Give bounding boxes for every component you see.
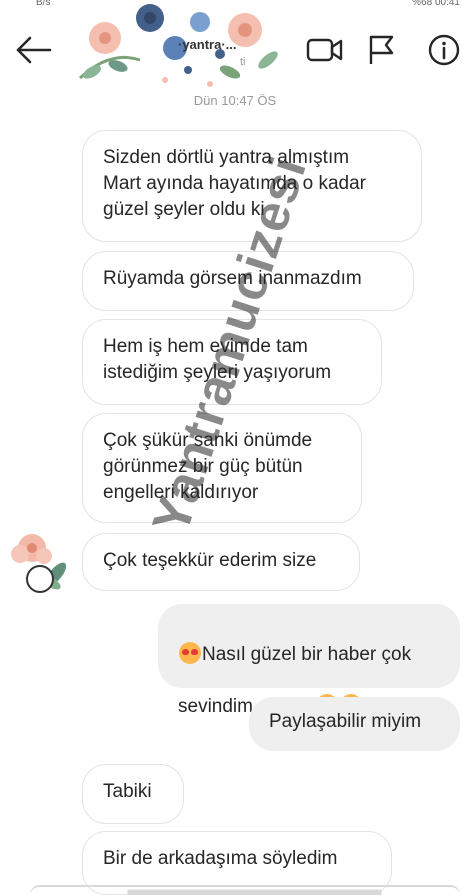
contact-status: ti [240, 56, 246, 68]
message-timestamp: Dün 10:47 ÖS [193, 93, 277, 108]
sender-avatar[interactable] [4, 516, 72, 596]
incoming-message[interactable]: Rüyamda görsem inanmazdım [82, 251, 414, 311]
video-camera-icon[interactable] [306, 36, 344, 64]
incoming-message[interactable]: Çok teşekkür ederim size [82, 533, 360, 591]
network-speed: B/s [36, 0, 51, 8]
contact-name[interactable]: ·yantra·... [178, 37, 237, 52]
chat-header: ·yantra·... ti [0, 4, 470, 88]
incoming-message[interactable]: Çok şükür sanki önümde görünmez bir güç … [82, 413, 362, 523]
flag-icon[interactable] [367, 34, 397, 66]
incoming-message[interactable]: Sizden dörtlü yantra almıştım Mart ayınd… [82, 130, 422, 242]
battery-and-time: %68 00:41 [412, 0, 460, 8]
outgoing-message-line: Nasıl güzel bir haber çok [202, 644, 412, 665]
info-icon[interactable] [428, 34, 460, 66]
message-composer-edge [30, 885, 460, 895]
outgoing-message[interactable]: Nasıl güzel bir haber çok sevindim canım [158, 604, 460, 717]
incoming-message[interactable]: Tabiki [82, 764, 184, 824]
arrow-left-icon[interactable] [14, 36, 52, 64]
outgoing-message[interactable]: Paylaşabilir miyim [249, 697, 460, 751]
incoming-message[interactable]: Hem iş hem evimde tam istediğim şeyleri … [82, 319, 382, 405]
smiling-face-with-hearts-emoji-icon [179, 642, 201, 664]
